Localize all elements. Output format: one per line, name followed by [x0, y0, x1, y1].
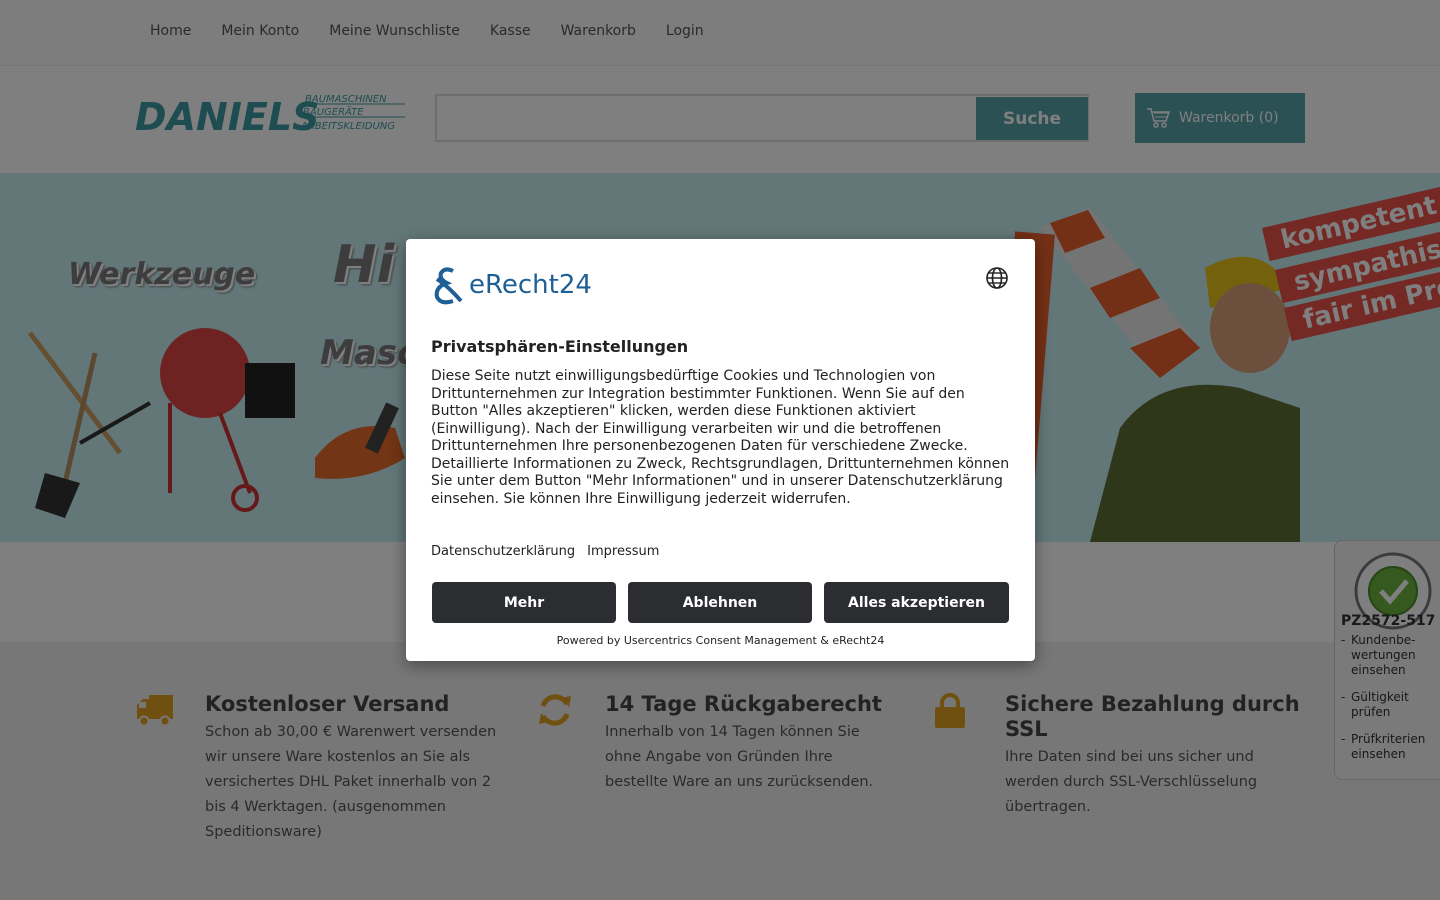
- language-globe-icon[interactable]: [985, 266, 1009, 290]
- more-button[interactable]: Mehr: [432, 582, 616, 623]
- erecht24-emblem-icon: [434, 267, 463, 305]
- consent-title: Privatsphären-Einstellungen: [431, 337, 689, 356]
- decline-button[interactable]: Ablehnen: [628, 582, 812, 623]
- consent-links: Datenschutzerklärung Impressum: [431, 544, 671, 559]
- imprint-link[interactable]: Impressum: [587, 544, 659, 559]
- consent-dialog: eRecht24 Privatsphären-Einstellungen Die…: [406, 239, 1035, 661]
- powered-by-text: Powered by Usercentrics Consent Manageme…: [556, 634, 885, 647]
- erecht24-logo: eRecht24: [431, 265, 596, 305]
- erecht24-brand: eRecht24: [469, 270, 592, 300]
- privacy-policy-link[interactable]: Datenschutzerklärung: [431, 544, 575, 559]
- consent-description: Diese Seite nutzt einwilligungsbedürftig…: [431, 368, 1010, 507]
- accept-all-button[interactable]: Alles akzeptieren: [824, 582, 1009, 623]
